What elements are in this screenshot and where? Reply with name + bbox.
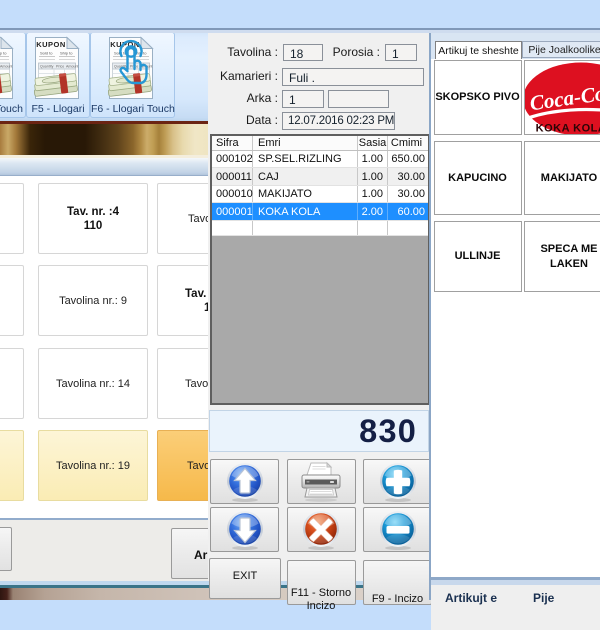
svg-text:Ship to: Ship to — [0, 51, 7, 56]
svg-text:Amount: Amount — [0, 65, 12, 69]
svg-text:KUPON: KUPON — [36, 40, 66, 49]
svg-text:Sold to: Sold to — [40, 51, 53, 56]
svg-text:Quantity: Quantity — [40, 65, 54, 69]
svg-text:Amount: Amount — [66, 65, 78, 69]
svg-text:Ship to: Ship to — [60, 51, 73, 56]
svg-text:Price: Price — [56, 65, 64, 69]
svg-text:KOKA KOLA: KOKA KOLA — [536, 123, 600, 135]
